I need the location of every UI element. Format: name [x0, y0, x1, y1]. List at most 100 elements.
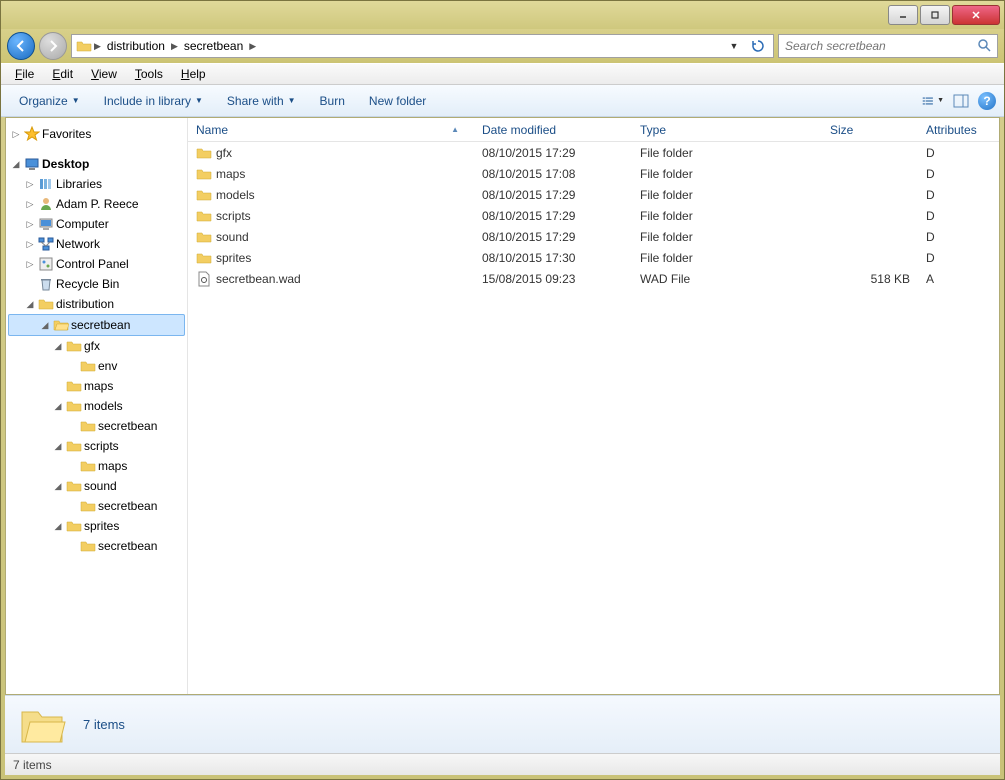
tree-label: Computer — [56, 217, 109, 231]
include-library-button[interactable]: Include in library▼ — [94, 90, 213, 112]
file-row[interactable]: models08/10/2015 17:29File folderD — [188, 184, 999, 205]
tree-recyclebin[interactable]: Recycle Bin — [8, 274, 185, 294]
breadcrumb-segment[interactable]: secretbean — [180, 35, 247, 57]
folder-open-icon — [53, 317, 69, 333]
expand-toggle[interactable]: ◢ — [52, 340, 64, 352]
chevron-right-icon[interactable]: ▶ — [92, 41, 103, 52]
file-attr: D — [918, 186, 988, 204]
tree-sound[interactable]: ◢ sound — [8, 476, 185, 496]
file-rows: gfx08/10/2015 17:29File folderDmaps08/10… — [188, 142, 999, 694]
expand-toggle[interactable]: ◢ — [52, 480, 64, 492]
tree-network[interactable]: ▷ Network — [8, 234, 185, 254]
view-mode-button[interactable]: ▼ — [922, 90, 944, 112]
back-button[interactable] — [7, 32, 35, 60]
tree-favorites[interactable]: ▷ Favorites — [8, 124, 185, 144]
maximize-button[interactable] — [920, 5, 950, 25]
file-type: File folder — [632, 144, 822, 162]
file-row[interactable]: secretbean.wad15/08/2015 09:23WAD File51… — [188, 268, 999, 289]
folder-icon — [80, 498, 96, 514]
tree-scripts[interactable]: ◢ scripts — [8, 436, 185, 456]
tree-maps[interactable]: maps — [8, 376, 185, 396]
computer-icon — [38, 216, 54, 232]
folder-icon — [80, 418, 96, 434]
file-row[interactable]: scripts08/10/2015 17:29File folderD — [188, 205, 999, 226]
burn-button[interactable]: Burn — [310, 90, 355, 112]
address-bar[interactable]: ▶ distribution ▶ secretbean ▶ ▼ — [71, 34, 774, 58]
tree-sound-secretbean[interactable]: secretbean — [8, 496, 185, 516]
chevron-right-icon[interactable]: ▶ — [247, 41, 258, 52]
tree-sprites-secretbean[interactable]: secretbean — [8, 536, 185, 556]
file-date: 08/10/2015 17:29 — [474, 144, 632, 162]
star-icon — [24, 126, 40, 142]
organize-button[interactable]: Organize▼ — [9, 90, 90, 112]
expand-toggle[interactable]: ▷ — [24, 178, 36, 190]
expand-toggle[interactable]: ◢ — [52, 520, 64, 532]
menu-file[interactable]: File — [7, 65, 42, 83]
search-input[interactable] — [785, 39, 977, 53]
tree-desktop[interactable]: ◢ Desktop — [8, 154, 185, 174]
refresh-button[interactable] — [747, 35, 769, 57]
minimize-button[interactable] — [888, 5, 918, 25]
forward-button[interactable] — [39, 32, 67, 60]
menu-help[interactable]: Help — [173, 65, 214, 83]
tree-sprites[interactable]: ◢ sprites — [8, 516, 185, 536]
tree-secretbean[interactable]: ◢ secretbean — [8, 314, 185, 336]
tree-scripts-maps[interactable]: maps — [8, 456, 185, 476]
close-button[interactable] — [952, 5, 1000, 25]
expand-toggle[interactable]: ▷ — [24, 218, 36, 230]
breadcrumb-label: distribution — [107, 39, 165, 53]
breadcrumb-segment[interactable]: distribution — [103, 35, 169, 57]
tree-controlpanel[interactable]: ▷ Control Panel — [8, 254, 185, 274]
file-size — [822, 193, 918, 197]
tree-env[interactable]: env — [8, 356, 185, 376]
file-row[interactable]: sound08/10/2015 17:29File folderD — [188, 226, 999, 247]
expand-spacer — [52, 380, 64, 392]
expand-toggle[interactable]: ▷ — [24, 238, 36, 250]
menu-edit[interactable]: Edit — [44, 65, 81, 83]
file-row[interactable]: sprites08/10/2015 17:30File folderD — [188, 247, 999, 268]
tree-distribution[interactable]: ◢ distribution — [8, 294, 185, 314]
expand-toggle[interactable]: ◢ — [52, 400, 64, 412]
column-size[interactable]: Size — [822, 118, 918, 141]
tree-computer[interactable]: ▷ Computer — [8, 214, 185, 234]
expand-toggle[interactable]: ◢ — [24, 298, 36, 310]
folder-icon — [80, 458, 96, 474]
expand-toggle[interactable]: ◢ — [52, 440, 64, 452]
expand-spacer — [66, 460, 78, 472]
tree-gfx[interactable]: ◢ gfx — [8, 336, 185, 356]
folder-icon — [80, 538, 96, 554]
help-button[interactable]: ? — [978, 92, 996, 110]
search-box[interactable] — [778, 34, 998, 58]
file-size — [822, 214, 918, 218]
burn-label: Burn — [320, 94, 345, 108]
expand-toggle[interactable]: ◢ — [10, 158, 22, 170]
column-attributes[interactable]: Attributes — [918, 118, 988, 141]
tree-label: env — [98, 359, 117, 373]
menu-tools[interactable]: Tools — [127, 65, 171, 83]
column-type[interactable]: Type — [632, 118, 822, 141]
address-dropdown-button[interactable]: ▼ — [723, 35, 745, 57]
tree-models[interactable]: ◢ models — [8, 396, 185, 416]
file-name: maps — [216, 167, 245, 181]
chevron-right-icon[interactable]: ▶ — [169, 41, 180, 52]
organize-label: Organize — [19, 94, 68, 108]
new-folder-button[interactable]: New folder — [359, 90, 436, 112]
expand-toggle[interactable]: ◢ — [39, 319, 51, 331]
column-label: Name — [196, 123, 228, 137]
menu-view[interactable]: View — [83, 65, 125, 83]
column-name[interactable]: Name▲ — [188, 118, 474, 141]
file-row[interactable]: maps08/10/2015 17:08File folderD — [188, 163, 999, 184]
expand-toggle[interactable]: ▷ — [10, 128, 22, 140]
share-with-button[interactable]: Share with▼ — [217, 90, 306, 112]
preview-pane-button[interactable] — [950, 90, 972, 112]
expand-toggle[interactable]: ▷ — [24, 198, 36, 210]
tree-libraries[interactable]: ▷ Libraries — [8, 174, 185, 194]
tree-models-secretbean[interactable]: secretbean — [8, 416, 185, 436]
tree-user[interactable]: ▷ Adam P. Reece — [8, 194, 185, 214]
expand-toggle[interactable]: ▷ — [24, 258, 36, 270]
file-size: 518 KB — [822, 270, 918, 288]
column-date[interactable]: Date modified — [474, 118, 632, 141]
search-icon[interactable] — [977, 38, 991, 55]
file-type: File folder — [632, 186, 822, 204]
file-row[interactable]: gfx08/10/2015 17:29File folderD — [188, 142, 999, 163]
